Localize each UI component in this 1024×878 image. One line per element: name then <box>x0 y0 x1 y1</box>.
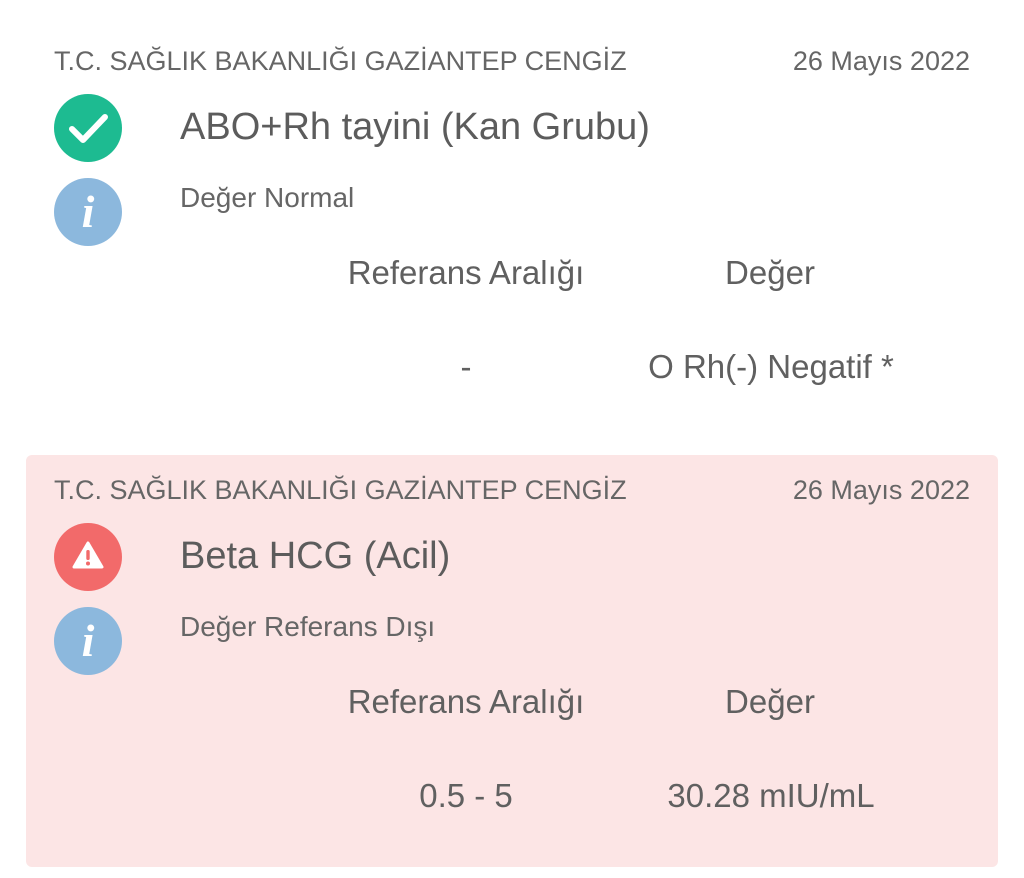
result-value: O Rh(-) Negatif * <box>648 348 894 385</box>
reference-range-header: Referans Aralığı <box>347 254 585 291</box>
result-date: 26 Mayıs 2022 <box>792 475 970 505</box>
value-header: Değer <box>725 254 815 291</box>
reference-range-value: - <box>460 348 472 385</box>
hospital-name: T.C. SAĞLIK BAKANLIĞI GAZİANTEP CENGİZ <box>54 475 627 505</box>
test-name: ABO+Rh tayini (Kan Grubu) <box>180 106 650 148</box>
result-card[interactable]: T.C. SAĞLIK BAKANLIĞI GAZİANTEP CENGİZ 2… <box>26 26 998 426</box>
test-name: Beta HCG (Acil) <box>180 535 451 577</box>
check-icon <box>54 94 122 162</box>
value-header: Değer <box>725 683 815 720</box>
reference-range-value: 0.5 - 5 <box>419 777 513 814</box>
reference-range-header: Referans Aralığı <box>347 683 585 720</box>
warning-icon <box>54 523 122 591</box>
status-text: Değer Referans Dışı <box>180 611 436 642</box>
result-card-out-of-range[interactable]: T.C. SAĞLIK BAKANLIĞI GAZİANTEP CENGİZ 2… <box>26 455 998 867</box>
status-text: Değer Normal <box>180 182 355 213</box>
result-value: 30.28 mIU/mL <box>667 777 875 814</box>
info-icon[interactable]: i <box>54 178 122 246</box>
info-icon[interactable]: i <box>54 607 122 675</box>
hospital-name: T.C. SAĞLIK BAKANLIĞI GAZİANTEP CENGİZ <box>54 46 627 76</box>
result-date: 26 Mayıs 2022 <box>792 46 970 76</box>
